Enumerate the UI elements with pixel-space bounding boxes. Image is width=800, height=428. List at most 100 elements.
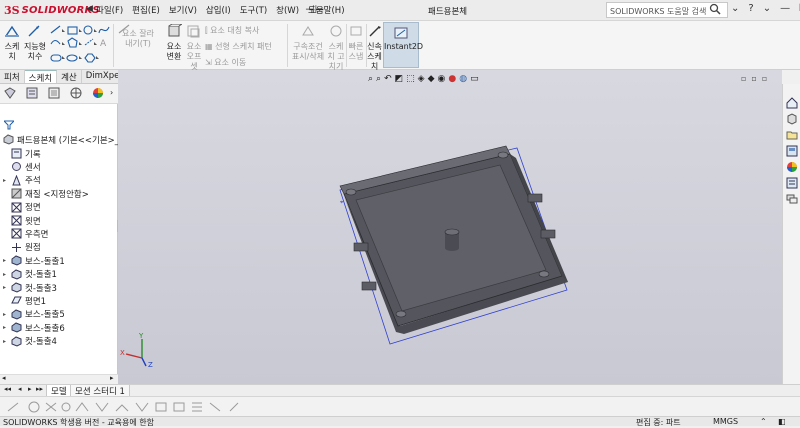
previous-view-icon[interactable]: ↶ xyxy=(384,74,392,84)
rapid-sketch-button[interactable]: 신속 스케 치 xyxy=(367,24,382,72)
scroll-left-icon[interactable]: ◂ xyxy=(2,374,6,382)
tree-item[interactable]: ▸ 주석 xyxy=(3,174,41,187)
display-style-icon[interactable]: ◆ xyxy=(428,74,435,84)
tree-item[interactable]: ▸ 보스-돌출6 xyxy=(3,321,65,334)
help-question-icon[interactable]: ? xyxy=(748,3,753,14)
linear-pattern-icon: ▦ xyxy=(205,42,216,51)
menu-file[interactable]: 파일(F) xyxy=(96,4,123,16)
filter-icon[interactable] xyxy=(4,120,14,130)
tree-root[interactable]: 패드용본체 (기본<<기본>_표 xyxy=(3,133,127,146)
dimxpert-manager-icon[interactable] xyxy=(70,87,82,99)
smart-dimension-label: 지능형 치수 xyxy=(23,42,47,61)
tree-item[interactable]: ▸ 보스-돌출5 xyxy=(3,308,65,321)
section-view-icon[interactable]: ◩ xyxy=(395,74,404,84)
view-settings-icon[interactable]: ▭ xyxy=(470,74,479,84)
graphics-area[interactable]: ⌖ xyxy=(118,70,782,384)
display-relations-button[interactable]: 구속조건 표시/삭제 xyxy=(290,24,326,62)
viewport-minimize-icon[interactable]: ▫ xyxy=(741,74,746,83)
resources-icon[interactable] xyxy=(786,113,798,125)
edit-appearance-icon[interactable]: ● xyxy=(448,74,456,84)
tree-expand-icon[interactable]: ▸ xyxy=(3,338,11,345)
sketch-toolbar-icons[interactable] xyxy=(4,400,244,414)
instant2d-button[interactable]: Instant2D xyxy=(383,22,423,68)
search-icon[interactable] xyxy=(709,3,721,15)
history-icon xyxy=(11,148,22,159)
view-palette-icon[interactable] xyxy=(786,145,798,157)
sketch-entity-icons[interactable]: A xyxy=(49,24,111,68)
repair-sketch-button[interactable]: 스케 치 고 치기 xyxy=(327,24,345,72)
offset-entities-button[interactable]: 요소 오프 셋 xyxy=(185,24,203,72)
tree-item[interactable]: 기록 xyxy=(3,147,41,160)
custom-properties-icon[interactable] xyxy=(786,177,798,189)
linear-pattern-label: 선형 스케치 패턴 xyxy=(215,42,272,51)
file-explorer-icon[interactable] xyxy=(786,129,798,141)
hide-show-items-icon[interactable]: ◉ xyxy=(438,74,446,84)
tree-expand-icon[interactable]: ▸ xyxy=(3,324,11,331)
move-entities-button[interactable]: ⇲ 요소 이동 xyxy=(205,57,246,68)
tree-item[interactable]: 윗면 xyxy=(3,214,41,227)
tab-scroll-last-icon[interactable]: ▸▸ xyxy=(36,385,43,393)
tree-item[interactable]: ▸ 컷-돌출4 xyxy=(3,335,57,348)
tab-scroll-next-icon[interactable]: ▸ xyxy=(28,385,32,393)
horizontal-scrollbar[interactable]: ◂ ▸ xyxy=(0,374,118,384)
tree-expand-icon[interactable]: ▸ xyxy=(3,177,11,184)
tab-sketch[interactable]: 스케치 xyxy=(24,70,58,84)
tree-item[interactable]: 정면 xyxy=(3,201,41,214)
menu-view[interactable]: 보기(V) xyxy=(169,4,197,16)
menu-insert[interactable]: 삽입(I) xyxy=(206,4,231,16)
sketch-tools-bar xyxy=(0,396,800,416)
smart-dimension-button[interactable]: 지능형 치수 xyxy=(22,24,48,62)
tree-expand-icon[interactable]: ▸ xyxy=(3,271,11,278)
configuration-manager-icon[interactable] xyxy=(48,87,60,99)
tree-item[interactable]: ▸ 보스-돌출1 xyxy=(3,254,65,267)
menu-expand-arrow-icon[interactable]: ◀ xyxy=(86,4,93,14)
scroll-right-icon[interactable]: ▸ xyxy=(110,374,114,382)
trim-entities-button[interactable]: 요소 잘라 내기(T) xyxy=(116,24,160,49)
viewport-maximize-icon[interactable]: ▫ xyxy=(762,74,767,83)
tree-expand-icon[interactable]: ▸ xyxy=(3,257,11,264)
tree-expand-icon[interactable]: ▸ xyxy=(3,284,11,291)
sketch-button[interactable]: 스케 치 xyxy=(3,24,21,62)
help-menu-dropdown-icon[interactable]: ⌄ xyxy=(763,3,771,14)
menu-tools[interactable]: 도구(T) xyxy=(240,4,267,16)
home-icon[interactable] xyxy=(786,97,798,109)
view-orientation-icon[interactable]: ◈ xyxy=(418,74,425,84)
menu-edit[interactable]: 편집(E) xyxy=(132,4,160,16)
tab-evaluate[interactable]: 계산 xyxy=(57,70,82,83)
tab-scroll-prev-icon[interactable]: ◂ xyxy=(18,385,22,393)
minimize-icon[interactable]: — xyxy=(780,3,790,14)
apply-scene-icon[interactable]: ◍ xyxy=(459,74,467,84)
center-pin xyxy=(444,228,460,251)
help-dropdown-icon[interactable]: ⌄ xyxy=(731,3,739,14)
tree-item[interactable]: 평면1 xyxy=(3,294,46,307)
forum-icon[interactable] xyxy=(786,193,798,205)
tree-item[interactable]: 우측면 xyxy=(3,227,48,240)
convert-entities-button[interactable]: 요소 변환 xyxy=(164,23,184,62)
tree-item[interactable]: ▸ 컷-돌출1 xyxy=(3,268,57,281)
pin-menu-icon[interactable]: ⊣⊢ xyxy=(305,3,324,16)
tree-expand-icon[interactable]: ▸ xyxy=(3,311,11,318)
zoom-to-fit-icon[interactable]: ⌕ xyxy=(368,74,373,84)
pane-expand-icon[interactable]: › xyxy=(110,88,113,97)
tab-scroll-first-icon[interactable]: ◂◂ xyxy=(4,385,11,393)
sketch-label: 스케 치 xyxy=(4,42,20,61)
tree-item[interactable]: 원점 xyxy=(3,241,41,254)
viewport-restore-icon[interactable]: ▫ xyxy=(751,74,756,83)
feature-manager-icon[interactable] xyxy=(4,87,16,99)
tab-features[interactable]: 피처 xyxy=(0,70,25,83)
zoom-area-icon[interactable]: ⌕ xyxy=(376,74,381,84)
property-manager-icon[interactable] xyxy=(26,87,38,99)
dynamic-annotation-icon[interactable]: ⬚ xyxy=(406,74,415,84)
mirror-entities-button[interactable]: ⫿ 요소 대칭 복사 xyxy=(205,25,259,36)
units-dropdown-icon[interactable]: ⌃ xyxy=(760,417,767,426)
tree-item[interactable]: 재질 <지정안함> xyxy=(3,187,89,200)
tree-item[interactable]: 센서 xyxy=(3,160,41,173)
display-manager-icon[interactable] xyxy=(92,87,104,99)
status-units[interactable]: MMGS xyxy=(713,417,738,426)
quick-snaps-button[interactable]: 빠른 스냅 xyxy=(347,24,365,62)
model-view[interactable]: ⌖ xyxy=(118,70,782,384)
menu-window[interactable]: 창(W) xyxy=(276,4,299,16)
linear-pattern-button[interactable]: ▦ 선형 스케치 패턴 xyxy=(205,41,272,52)
tree-item[interactable]: ▸ 컷-돌출3 xyxy=(3,281,57,294)
appearances-icon[interactable] xyxy=(786,161,798,173)
